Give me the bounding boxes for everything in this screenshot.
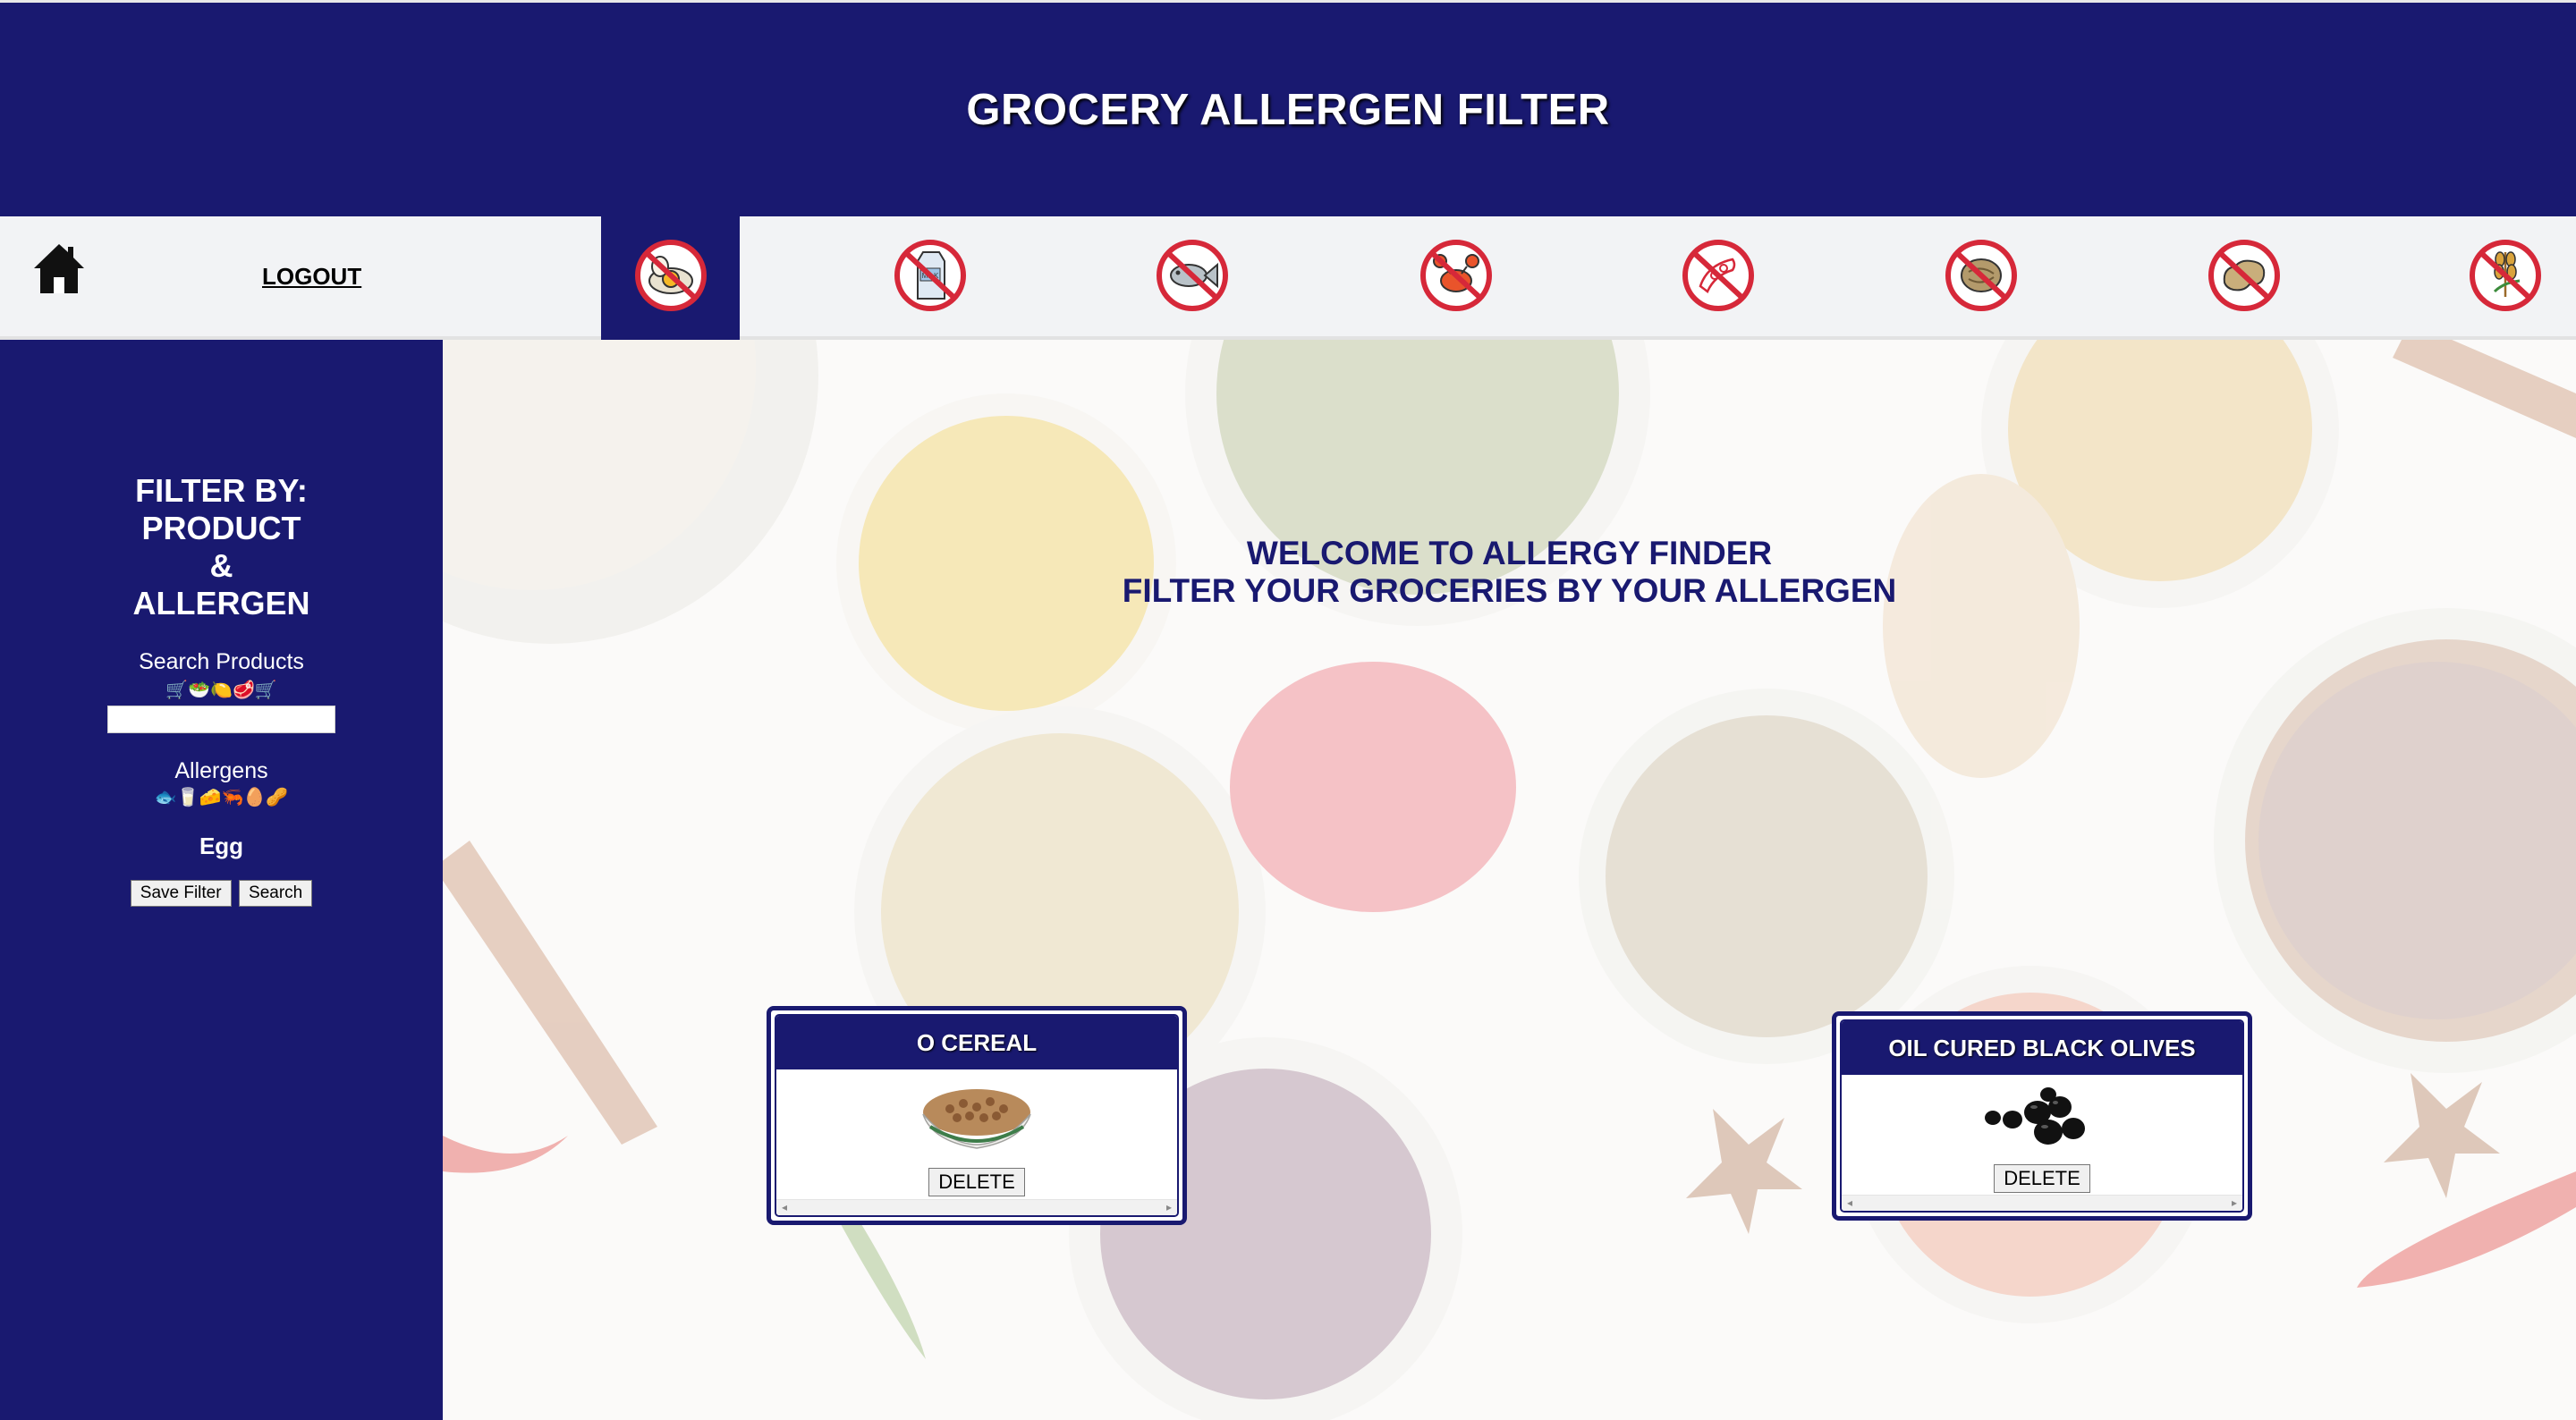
product-card: OIL CURED BLACK OLIVES DELETE ◂ ▸: [1832, 1011, 2252, 1221]
cereal-bowl-image: [914, 1077, 1039, 1166]
welcome-line-2: FILTER YOUR GROCERIES BY YOUR ALLERGEN: [1122, 572, 1897, 609]
black-olives-image: [1975, 1082, 2109, 1162]
search-product-emojis: 🛒🥗🍋🥩🛒: [165, 680, 277, 700]
horizontal-scrollbar[interactable]: ◂ ▸: [1842, 1195, 2242, 1211]
main-content: WELCOME TO ALLERGY FINDER FILTER YOUR GR…: [443, 340, 2576, 1420]
spices-background-image: [443, 340, 2576, 1420]
save-filter-button[interactable]: Save Filter: [130, 880, 232, 907]
milk-allergen-icon[interactable]: MILK: [893, 238, 968, 313]
search-button[interactable]: Search: [239, 880, 313, 907]
product-card: O CEREAL DELETE ◂ ▸: [767, 1006, 1187, 1225]
shellfish-allergen-icon[interactable]: [1419, 238, 1494, 313]
app-header: GROCERY ALLERGEN FILTER: [0, 0, 2576, 216]
tree-nut-allergen-icon[interactable]: [1944, 238, 2019, 313]
filter-title: FILTER BY: PRODUCT & ALLERGEN: [0, 472, 443, 622]
allergen-emojis[interactable]: 🐟🥛🧀🦐🥚🥜: [0, 787, 443, 808]
horizontal-scrollbar[interactable]: ◂ ▸: [776, 1199, 1177, 1215]
filter-sidebar: FILTER BY: PRODUCT & ALLERGEN Search Pro…: [0, 340, 443, 1420]
soy-allergen-icon[interactable]: [1681, 238, 1756, 313]
filter-button-row: Save Filter Search: [0, 880, 443, 907]
home-icon[interactable]: [32, 241, 86, 297]
delete-button[interactable]: DELETE: [1994, 1164, 2090, 1193]
product-card-title: OIL CURED BLACK OLIVES: [1842, 1021, 2242, 1075]
product-card-inner: OIL CURED BLACK OLIVES DELETE ◂ ▸: [1840, 1019, 2244, 1213]
fish-allergen-icon[interactable]: [1155, 238, 1230, 313]
wheat-allergen-icon[interactable]: [2468, 238, 2543, 313]
app-title: GROCERY ALLERGEN FILTER: [966, 86, 1610, 134]
selected-allergen: Egg: [199, 833, 244, 859]
filter-title-line: ALLERGEN: [132, 585, 310, 621]
peanut-allergen-icon[interactable]: [2207, 238, 2282, 313]
welcome-line-1: WELCOME TO ALLERGY FINDER: [1246, 535, 1773, 571]
product-card-inner: O CEREAL DELETE ◂ ▸: [775, 1014, 1179, 1217]
search-products-input[interactable]: [107, 706, 335, 733]
delete-button[interactable]: DELETE: [928, 1168, 1025, 1196]
logout-link[interactable]: LOGOUT: [262, 263, 361, 291]
filter-title-line: PRODUCT: [141, 510, 301, 546]
allergen-nav-bar: LOGOUT MILK: [0, 216, 2576, 340]
search-products-label: Search Products: [139, 649, 304, 674]
allergens-label: Allergens: [174, 758, 268, 783]
egg-allergen-icon[interactable]: [633, 238, 708, 313]
welcome-message: WELCOME TO ALLERGY FINDER FILTER YOUR GR…: [443, 535, 2576, 610]
filter-title-line: &: [209, 547, 233, 584]
filter-title-line: FILTER BY:: [135, 472, 308, 509]
product-card-title: O CEREAL: [776, 1016, 1177, 1069]
